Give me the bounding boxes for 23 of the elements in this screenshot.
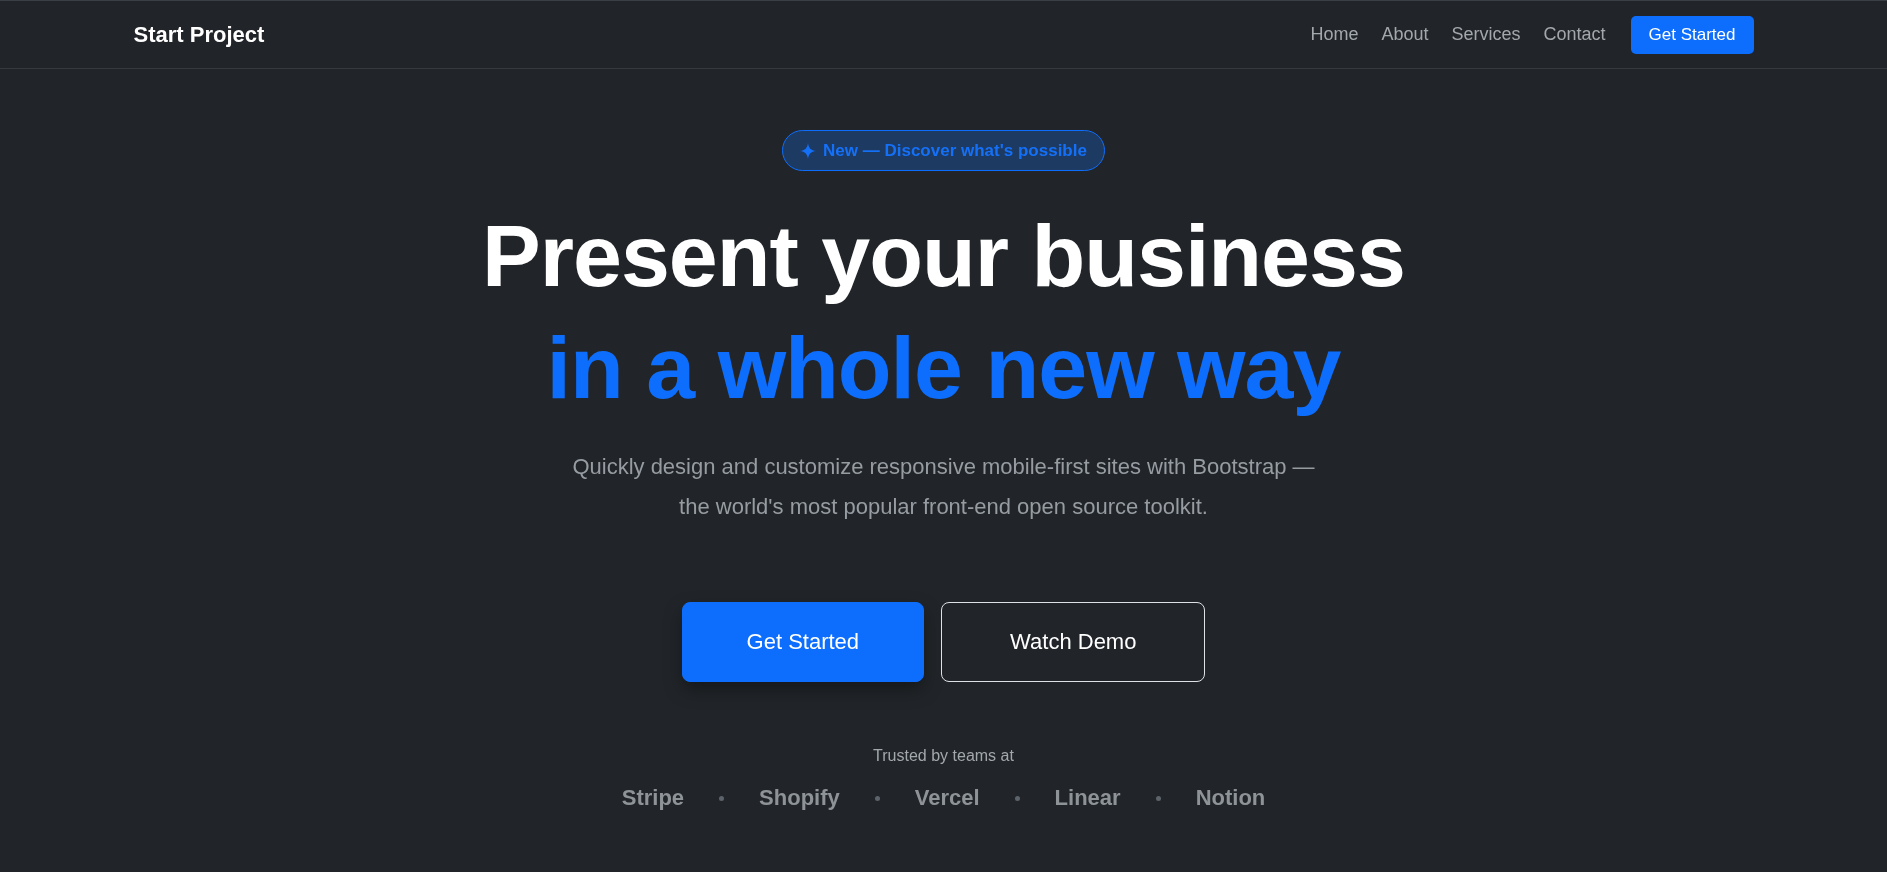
nav-link[interactable]: About bbox=[1381, 24, 1429, 45]
separator-dot-icon bbox=[874, 795, 880, 801]
nav-link[interactable]: Home bbox=[1310, 24, 1359, 45]
company-name: Vercel bbox=[914, 784, 980, 812]
brand-link[interactable]: Start Project bbox=[133, 21, 265, 48]
get-started-button[interactable]: Get Started bbox=[681, 602, 925, 682]
nav-link[interactable]: Services bbox=[1451, 24, 1521, 45]
separator-dot-icon bbox=[719, 795, 725, 801]
company-name: Shopify bbox=[759, 784, 840, 812]
hero-heading-highlight: in a whole new way bbox=[545, 317, 1342, 419]
hero-heading: Present your business bbox=[482, 205, 1405, 307]
separator-dot-icon bbox=[1155, 795, 1161, 801]
hero-subtitle: Quickly design and customize responsive mobile-first sites with Bootstrap — the world's most popular front-end open source toolkit. bbox=[571, 453, 1316, 521]
company-name: Notion bbox=[1195, 784, 1266, 812]
separator-dot-icon bbox=[1014, 795, 1020, 801]
watch-demo-button[interactable]: Watch Demo bbox=[941, 602, 1206, 682]
trusted-caption: Trusted by teams at bbox=[873, 746, 1014, 766]
nav-link[interactable]: Contact bbox=[1543, 24, 1606, 45]
nav-get-started-button[interactable]: Get Started bbox=[1630, 15, 1754, 54]
company-name: Linear bbox=[1054, 784, 1121, 812]
company-name: Stripe bbox=[621, 784, 685, 812]
badge-text: New — Discover what's possible bbox=[823, 140, 1087, 161]
sparkle-icon bbox=[800, 142, 817, 159]
